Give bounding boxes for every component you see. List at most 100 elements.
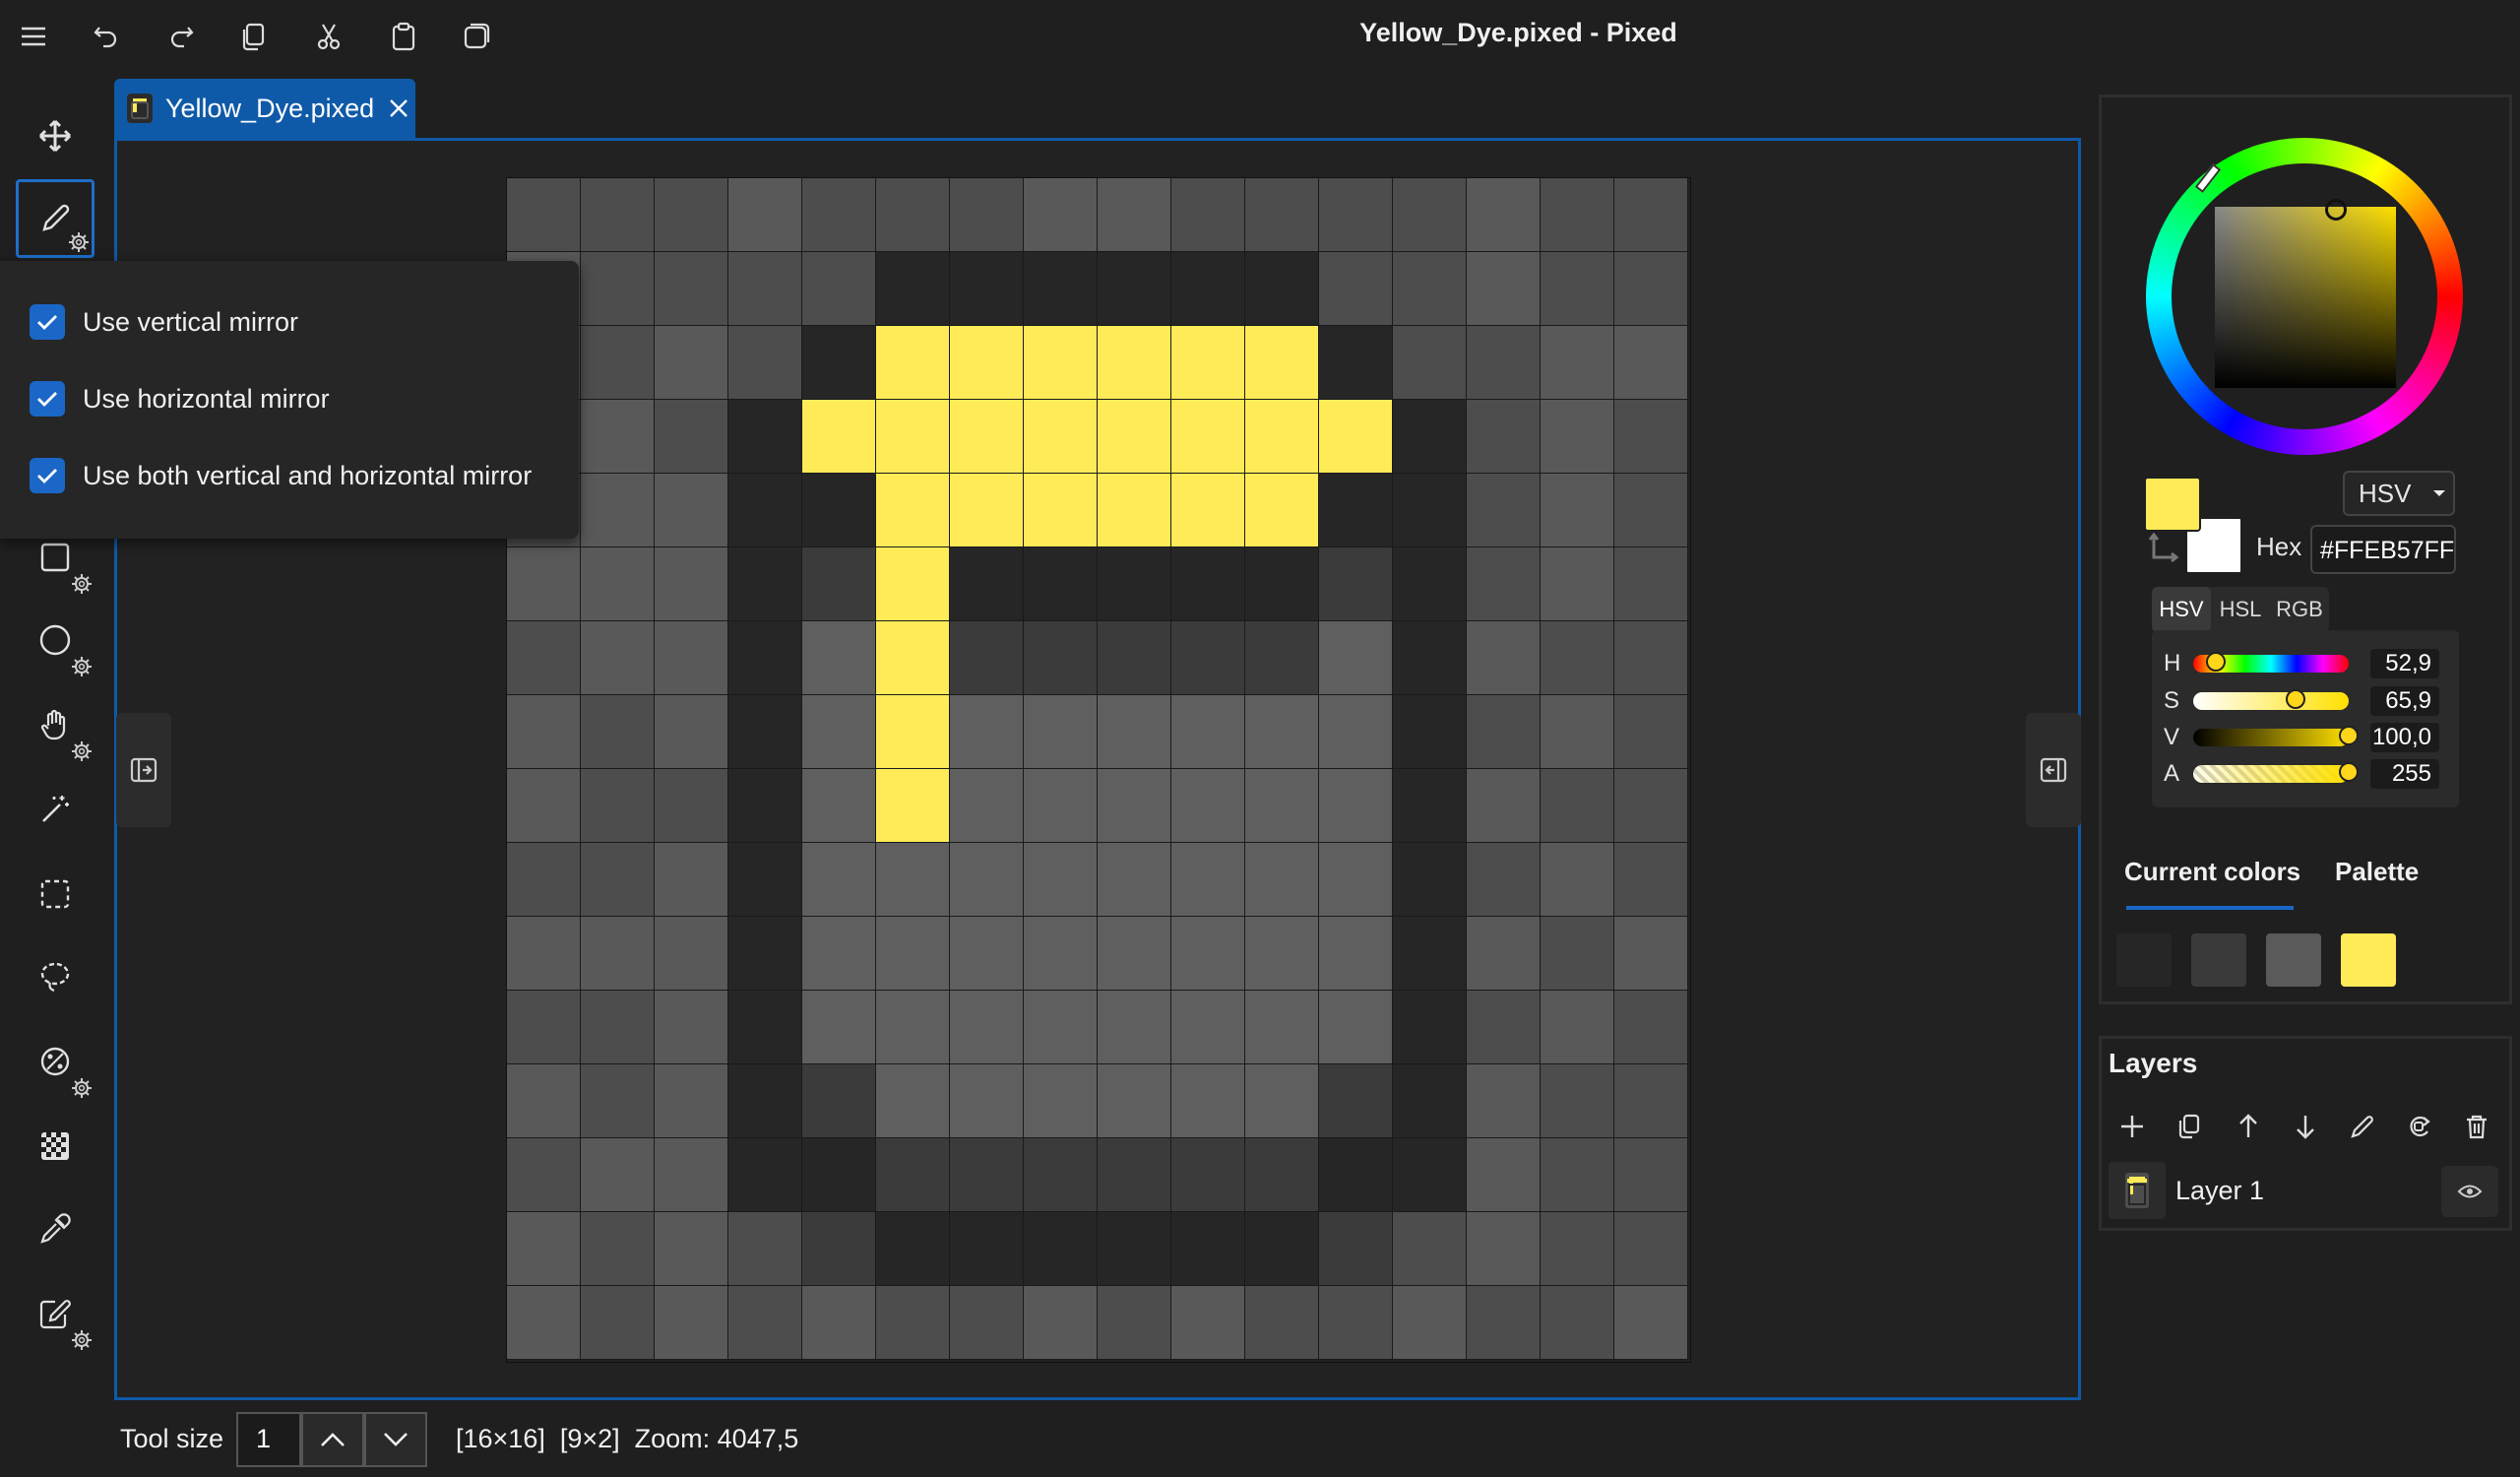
pixel-cell[interactable]: [1541, 326, 1614, 400]
collapse-left-panel-button[interactable]: [116, 713, 171, 827]
pixel-cell[interactable]: [1024, 252, 1098, 326]
saturation-value-square[interactable]: [2215, 199, 2396, 388]
pencil-tool[interactable]: [16, 179, 94, 258]
pixel-cell[interactable]: [1024, 474, 1098, 547]
pixel-cell[interactable]: [507, 991, 581, 1064]
pixel-cell[interactable]: [1467, 991, 1541, 1064]
pixel-cell[interactable]: [1098, 843, 1171, 917]
pixel-cell[interactable]: [1319, 547, 1393, 621]
pixel-cell[interactable]: [1614, 843, 1688, 917]
pixel-cell[interactable]: [802, 1286, 876, 1360]
close-icon[interactable]: [388, 97, 410, 119]
rect-select-tool[interactable]: [16, 855, 94, 933]
tab-rgb[interactable]: RGB: [2270, 587, 2329, 632]
pixel-cell[interactable]: [581, 547, 655, 621]
hue-slider[interactable]: [2193, 652, 2349, 673]
pixel-cell[interactable]: [1098, 1212, 1171, 1286]
pixel-cell[interactable]: [950, 917, 1024, 991]
pixel-cell[interactable]: [728, 621, 802, 695]
pixel-cell[interactable]: [802, 326, 876, 400]
pixel-cell[interactable]: [802, 400, 876, 474]
pixel-cell[interactable]: [728, 326, 802, 400]
pixel-cell[interactable]: [507, 1286, 581, 1360]
hue-slider-knob[interactable]: [2206, 652, 2227, 672]
pixel-cell[interactable]: [1614, 917, 1688, 991]
pixel-cell[interactable]: [1024, 695, 1098, 769]
pixel-cell[interactable]: [655, 695, 728, 769]
pixel-cell[interactable]: [655, 1138, 728, 1212]
pixel-cell[interactable]: [1319, 843, 1393, 917]
pixel-cell[interactable]: [950, 1138, 1024, 1212]
value-slider[interactable]: [2193, 726, 2359, 746]
pixel-cell[interactable]: [581, 474, 655, 547]
pixel-cell[interactable]: [1541, 1064, 1614, 1138]
pixel-cell[interactable]: [1541, 695, 1614, 769]
pixel-cell[interactable]: [507, 769, 581, 843]
pixel-cell[interactable]: [655, 1212, 728, 1286]
pixel-cell[interactable]: [1319, 769, 1393, 843]
pixel-cell[interactable]: [1614, 991, 1688, 1064]
pixel-cell[interactable]: [1319, 917, 1393, 991]
pixel-cell[interactable]: [507, 1138, 581, 1212]
sv-marker[interactable]: [2325, 199, 2347, 221]
pixel-cell[interactable]: [950, 769, 1024, 843]
pixel-cell[interactable]: [1098, 547, 1171, 621]
pixel-cell[interactable]: [802, 917, 876, 991]
pixel-cell[interactable]: [1171, 695, 1245, 769]
pixel-cell[interactable]: [1245, 1286, 1319, 1360]
pixel-cell[interactable]: [728, 769, 802, 843]
both-mirror-checkbox[interactable]: [30, 458, 65, 493]
tool-size-decrease-button[interactable]: [364, 1412, 427, 1467]
pixel-cell[interactable]: [655, 769, 728, 843]
pixel-cell[interactable]: [728, 400, 802, 474]
pixel-cell[interactable]: [507, 1064, 581, 1138]
pixel-cell[interactable]: [655, 547, 728, 621]
pixel-cell[interactable]: [1171, 400, 1245, 474]
pixel-cell[interactable]: [1541, 252, 1614, 326]
pixel-cell[interactable]: [1467, 621, 1541, 695]
redo-icon[interactable]: [161, 17, 201, 56]
copy-icon[interactable]: [234, 17, 274, 56]
pixel-cell[interactable]: [581, 769, 655, 843]
pixel-cell[interactable]: [1614, 178, 1688, 252]
pixel-cell[interactable]: [1171, 769, 1245, 843]
pixel-cell[interactable]: [1245, 695, 1319, 769]
pixel-cell[interactable]: [876, 1138, 950, 1212]
add-layer-button[interactable]: [2112, 1107, 2152, 1146]
pixel-cell[interactable]: [1319, 1064, 1393, 1138]
pixel-cell[interactable]: [1614, 547, 1688, 621]
pixel-cell[interactable]: [507, 547, 581, 621]
pixel-cell[interactable]: [876, 326, 950, 400]
current-color-swatch[interactable]: [2341, 933, 2396, 987]
pixel-cell[interactable]: [1098, 621, 1171, 695]
pixel-cell[interactable]: [876, 474, 950, 547]
horizontal-mirror-checkbox[interactable]: [30, 381, 65, 417]
pixel-cell[interactable]: [802, 547, 876, 621]
pixel-cell[interactable]: [1614, 400, 1688, 474]
cut-icon[interactable]: [309, 17, 348, 56]
pixel-cell[interactable]: [1393, 400, 1467, 474]
pixel-cell[interactable]: [728, 474, 802, 547]
pixel-cell[interactable]: [1171, 326, 1245, 400]
current-color-swatch[interactable]: [2191, 933, 2246, 987]
swap-colors-icon[interactable]: [2148, 532, 2179, 565]
pixel-cell[interactable]: [581, 1212, 655, 1286]
pixel-cell[interactable]: [1319, 252, 1393, 326]
pixel-cell[interactable]: [1098, 178, 1171, 252]
pixel-cell[interactable]: [581, 621, 655, 695]
pixel-cell[interactable]: [507, 917, 581, 991]
alpha-slider[interactable]: [2193, 762, 2359, 783]
pixel-cell[interactable]: [507, 843, 581, 917]
pixel-cell[interactable]: [876, 917, 950, 991]
pixel-cell[interactable]: [1467, 474, 1541, 547]
pixel-cell[interactable]: [1614, 1064, 1688, 1138]
pixel-cell[interactable]: [1467, 178, 1541, 252]
pixel-cell[interactable]: [728, 1212, 802, 1286]
pixel-cell[interactable]: [1393, 843, 1467, 917]
pixel-cell[interactable]: [1098, 695, 1171, 769]
eyedropper-tool[interactable]: [16, 1189, 94, 1268]
pixel-cell[interactable]: [1467, 769, 1541, 843]
pixel-cell[interactable]: [1171, 1064, 1245, 1138]
pixel-cell[interactable]: [1171, 474, 1245, 547]
pixel-cell[interactable]: [507, 1212, 581, 1286]
